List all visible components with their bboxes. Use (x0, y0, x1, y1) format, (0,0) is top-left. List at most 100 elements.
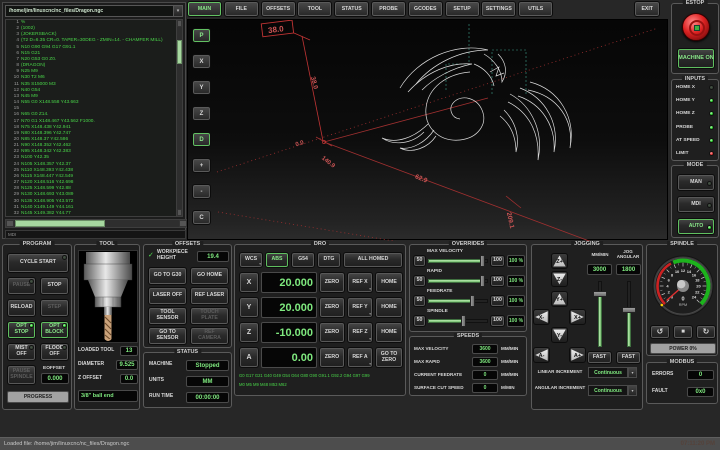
view-button-minus[interactable]: - (192, 184, 211, 199)
go-home-button[interactable]: GO HOME (190, 267, 229, 285)
tab-tool[interactable]: TOOL (297, 1, 332, 17)
go-to-g30-button[interactable]: GO TO G30 (148, 267, 187, 285)
jog-angular-fast-button[interactable]: FAST (616, 351, 641, 364)
jog-angular-slider[interactable] (622, 281, 636, 347)
scroll-right-arrow[interactable] (179, 220, 187, 227)
view-button-x[interactable]: X (192, 54, 211, 69)
spindle-max-button[interactable]: 100 (490, 315, 505, 327)
dro-dtg-button[interactable]: DTG (317, 252, 341, 268)
backplot-view[interactable]: 38.0 38.0 0.0 140.9 62.9 209.1 (187, 19, 668, 240)
tab-gcodes[interactable]: GCODES (408, 1, 443, 17)
slider-handle[interactable] (480, 275, 485, 287)
home-z-button[interactable]: HOME (375, 322, 403, 343)
ref-a-button[interactable]: REF A▾ (347, 347, 373, 368)
jog-zminus-button[interactable]: Z- (551, 271, 568, 287)
linear-increment-dropdown-icon[interactable]: ▾ (628, 367, 637, 378)
spindle-min-button[interactable]: 50 (413, 315, 426, 327)
jog-aminus-button[interactable]: A- (533, 347, 550, 363)
spindle-forward-button[interactable]: ↻ (696, 325, 716, 339)
ref-z-button[interactable]: REF Z▾ (347, 322, 373, 343)
tab-utils[interactable]: UTILS (518, 1, 553, 17)
jog-yminus-button[interactable]: Y- (551, 327, 568, 343)
tool-sensor-button[interactable]: TOOL SENSOR (148, 307, 187, 325)
flood-off-button[interactable]: FLOOD OFF (40, 343, 69, 361)
dro-abs-button[interactable]: ABS (265, 252, 289, 268)
view-button-z[interactable]: Z (192, 106, 211, 121)
mode-man-button[interactable]: MAN (677, 174, 715, 191)
zero-x-button[interactable]: ZERO (319, 272, 345, 293)
axis-y-button[interactable]: Y (239, 297, 259, 318)
spindle-stop-button[interactable]: ■ (673, 325, 693, 339)
laser-off-button[interactable]: LASER OFF (148, 287, 187, 305)
mist-off-button[interactable]: MIST OFF (7, 343, 36, 361)
jog-yplus-button[interactable]: Y+ (551, 291, 568, 307)
max-velocity-min-button[interactable]: 50 (413, 255, 426, 267)
dro-all-homed-button[interactable]: ALL HOMED (343, 252, 403, 268)
rapid-min-button[interactable]: 50 (413, 275, 426, 287)
scroll-left-arrow[interactable] (6, 220, 14, 227)
jog-linear-slider[interactable] (593, 281, 607, 347)
tab-settings[interactable]: SETTINGS (481, 1, 516, 17)
mode-mdi-button[interactable]: MDI (677, 196, 715, 213)
horizontal-scroll-thumb[interactable] (15, 220, 105, 227)
zero-a-button[interactable]: ZERO (319, 347, 345, 368)
slider-handle[interactable] (480, 255, 485, 267)
file-path-input[interactable]: /home/jim/linuxcnc/nc_files/Dragon.ngc (5, 5, 175, 17)
max-velocity-max-button[interactable]: 100 (490, 255, 505, 267)
linear-increment-select[interactable]: Continuous (588, 367, 628, 378)
view-button-c[interactable]: C (192, 210, 211, 225)
angular-increment-dropdown-icon[interactable]: ▾ (628, 385, 637, 396)
scroll-up-arrow[interactable] (177, 20, 182, 27)
tab-main[interactable]: MAIN (187, 1, 222, 17)
dro-g54-button[interactable]: G54 (291, 252, 315, 268)
home-y-button[interactable]: HOME (375, 297, 403, 318)
tab-file[interactable]: FILE (224, 1, 259, 17)
go-to-sensor-button[interactable]: GO TO SENSOR (148, 327, 187, 345)
slider-handle[interactable] (470, 295, 475, 307)
go-to-zero-a-button[interactable]: GO TO ZERO (375, 347, 403, 368)
feedrate-min-button[interactable]: 50 (413, 295, 426, 307)
view-button-y[interactable]: Y (192, 80, 211, 95)
ref-y-button[interactable]: REF Y▾ (347, 297, 373, 318)
slider-handle[interactable] (461, 315, 466, 327)
zero-y-button[interactable]: ZERO (319, 297, 345, 318)
tab-setup[interactable]: SETUP (445, 1, 480, 17)
max-velocity-slider[interactable] (428, 255, 488, 267)
tab-offsets[interactable]: OFFSETS (261, 1, 296, 17)
ref-x-button[interactable]: REF X▾ (347, 272, 373, 293)
gcode-listing[interactable]: 1%2(1002)3(JOKERSBACK)4(T2 D=6.35 CR=0. … (5, 19, 181, 217)
scroll-down-arrow[interactable] (177, 209, 182, 216)
exit-button[interactable]: EXIT (634, 1, 660, 17)
axis-x-button[interactable]: X (239, 272, 259, 293)
gcode-line[interactable]: 32N145 X149.382 Y44.77 (6, 211, 180, 217)
jog-zplus-button[interactable]: Z+ (551, 253, 568, 269)
rapid-slider[interactable] (428, 275, 488, 287)
view-button-p[interactable]: P (192, 28, 211, 43)
rapid-max-button[interactable]: 100 (490, 275, 505, 287)
feedrate-slider[interactable] (428, 295, 488, 307)
jog-xminus-button[interactable]: X- (533, 309, 550, 325)
view-button-d[interactable]: D (192, 132, 211, 147)
spindle-reverse-button[interactable]: ↺ (650, 325, 670, 339)
mode-auto-button[interactable]: AUTO (677, 218, 715, 235)
horizontal-scrollbar[interactable] (5, 219, 188, 228)
tab-probe[interactable]: PROBE (371, 1, 406, 17)
tab-status[interactable]: STATUS (334, 1, 369, 17)
reload-button[interactable]: RELOAD (7, 299, 36, 317)
zero-z-button[interactable]: ZERO (319, 322, 345, 343)
dro-wcs-button[interactable]: WCS▾ (239, 252, 263, 268)
jog-aplus-button[interactable]: A+ (569, 347, 586, 363)
jog-xplus-button[interactable]: X+ (569, 309, 586, 325)
cycle-start-button[interactable]: CYCLE START (7, 253, 69, 273)
mdi-input[interactable]: MDI (5, 230, 186, 239)
machine-on-button[interactable]: MACHINE ON (677, 48, 715, 69)
jog-linear-fast-button[interactable]: FAST (587, 351, 612, 364)
opt-stop-button[interactable]: OPT STOP (7, 321, 36, 339)
axis-z-button[interactable]: Z (239, 322, 259, 343)
spindle-slider[interactable] (428, 315, 488, 327)
axis-a-button[interactable]: A (239, 347, 259, 368)
file-path-dropdown-button[interactable]: ▾ (173, 5, 183, 17)
feedrate-max-button[interactable]: 100 (490, 295, 505, 307)
vertical-scrollbar[interactable] (176, 19, 183, 217)
estop-button[interactable] (682, 13, 710, 41)
